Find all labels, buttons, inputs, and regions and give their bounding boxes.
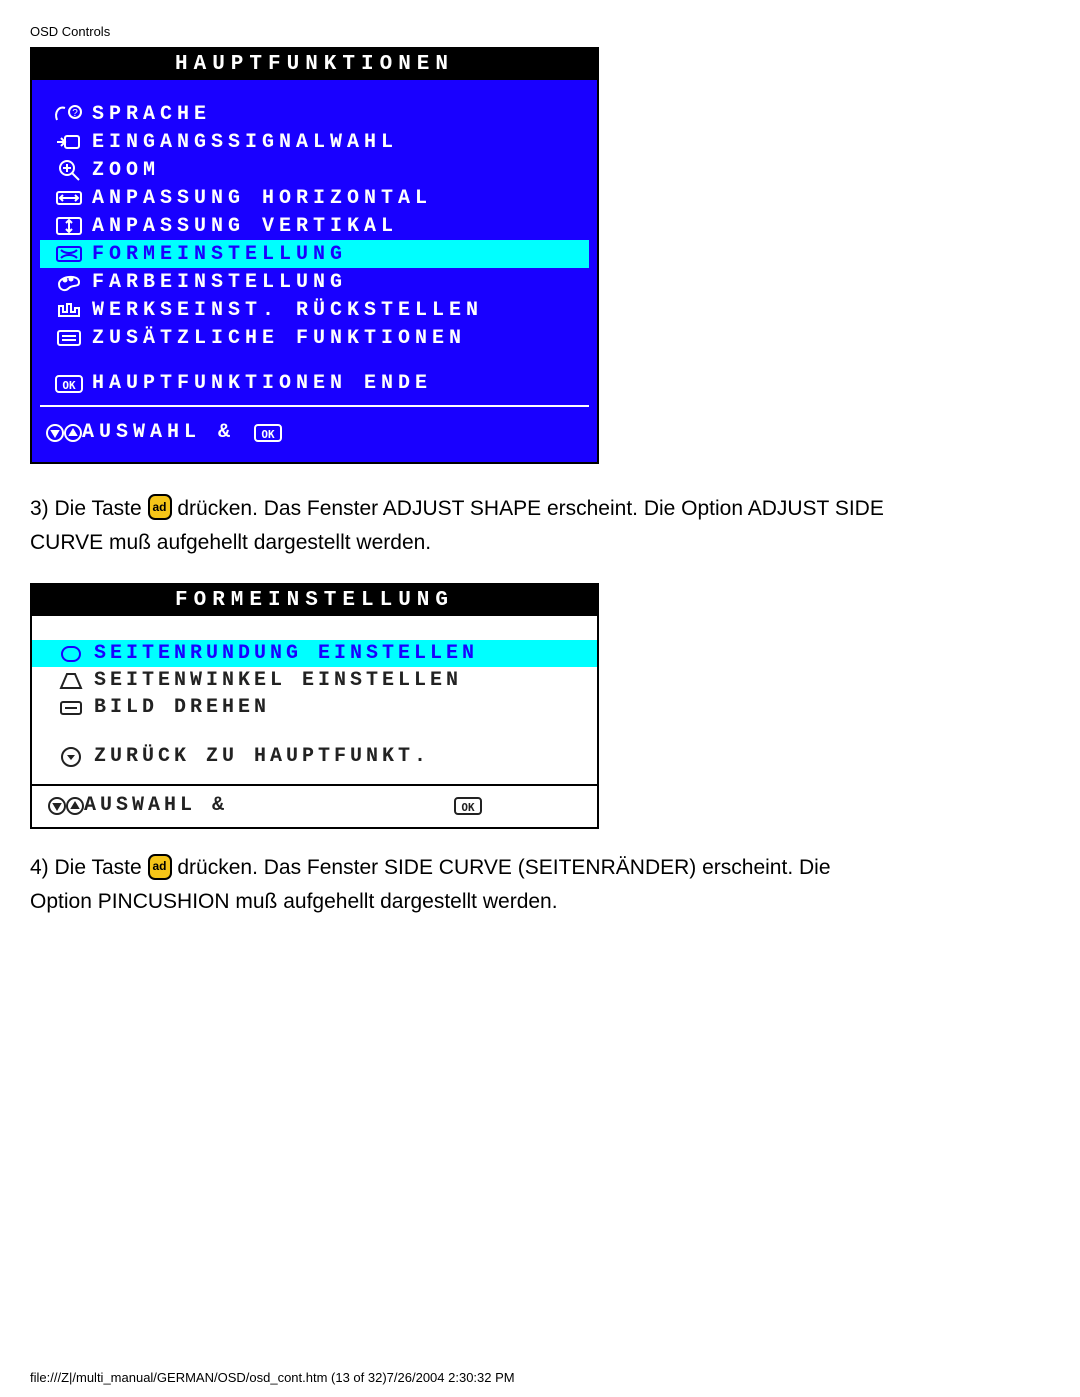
ok-icon: OK: [253, 423, 283, 443]
ok-button-inline: ad: [148, 494, 172, 520]
vertical-adjust-icon: [46, 214, 92, 238]
menu-label: ZUSÄTZLICHE FUNKTIONEN: [92, 327, 466, 350]
menu-label: ZURÜCK ZU HAUPTFUNKT.: [94, 745, 430, 768]
osd-item-rotate[interactable]: BILD DREHEN: [32, 694, 597, 721]
horizontal-adjust-icon: [46, 186, 92, 210]
zoom-icon: [46, 158, 92, 182]
menu-label: SPRACHE: [92, 103, 211, 126]
menu-label: ANPASSUNG VERTIKAL: [92, 215, 398, 238]
osd-main-title: HAUPTFUNKTIONEN: [32, 49, 597, 80]
menu-label: WERKSEINST. RÜCKSTELLEN: [92, 299, 483, 322]
menu-label: SEITENRUNDUNG EINSTELLEN: [94, 642, 478, 665]
osd-shape-title: FORMEINSTELLUNG: [32, 585, 597, 616]
shape-adjust-icon: [46, 242, 92, 266]
osd-item-shape[interactable]: FORMEINSTELLUNG: [40, 240, 589, 268]
instr-text: 3) Die Taste: [30, 497, 148, 520]
menu-label: FORMEINSTELLUNG: [92, 243, 347, 266]
osd-item-vert[interactable]: ANPASSUNG VERTIKAL: [40, 212, 589, 240]
osd-item-sidecurve[interactable]: SEITENRUNDUNG EINSTELLEN: [32, 640, 597, 667]
osd-divider: [40, 405, 589, 407]
osd-item-end[interactable]: OK HAUPTFUNKTIONEN ENDE: [40, 370, 589, 397]
language-icon: ?: [46, 102, 92, 126]
osd-item-extra[interactable]: ZUSÄTZLICHE FUNKTIONEN: [40, 324, 589, 352]
menu-label: EINGANGSSIGNALWAHL: [92, 131, 398, 154]
instruction-4: 4) Die Taste ad drücken. Das Fenster SID…: [30, 851, 890, 918]
svg-text:OK: OK: [461, 801, 475, 814]
osd-item-back[interactable]: ZURÜCK ZU HAUPTFUNKT.: [32, 743, 597, 770]
page-footer: file:///Z|/multi_manual/GERMAN/OSD/osd_c…: [30, 1370, 515, 1385]
rotate-icon: [48, 697, 94, 719]
menu-label: FARBEINSTELLUNG: [92, 271, 347, 294]
osd-shape-window: FORMEINSTELLUNG SEITENRUNDUNG EINSTELLEN…: [30, 583, 599, 829]
footer-label: AUSWAHL &: [84, 794, 228, 817]
menu-label: SEITENWINKEL EINSTELLEN: [94, 669, 462, 692]
osd-item-color[interactable]: FARBEINSTELLUNG: [40, 268, 589, 296]
instruction-3: 3) Die Taste ad drücken. Das Fenster ADJ…: [30, 492, 890, 559]
down-arrow-icon: [48, 746, 94, 768]
side-angle-icon: [48, 670, 94, 692]
page-header: OSD Controls: [30, 24, 1050, 39]
menu-label: HAUPTFUNKTIONEN ENDE: [92, 372, 432, 395]
color-palette-icon: [46, 270, 92, 294]
instr-text: 4) Die Taste: [30, 856, 148, 879]
side-curve-icon: [48, 643, 94, 665]
footer-label: AUSWAHL &: [82, 421, 235, 444]
osd-main-window: HAUPTFUNKTIONEN ? SPRACHE EINGANGSSIGNAL…: [30, 47, 599, 464]
svg-text:OK: OK: [62, 379, 76, 392]
extra-functions-icon: [46, 326, 92, 350]
osd-item-zoom[interactable]: ZOOM: [40, 156, 589, 184]
osd-item-reset[interactable]: WERKSEINST. RÜCKSTELLEN: [40, 296, 589, 324]
input-signal-icon: [46, 130, 92, 154]
ok-button-inline: ad: [148, 854, 172, 880]
menu-label: ZOOM: [92, 159, 160, 182]
svg-text:?: ?: [72, 108, 78, 119]
osd-item-input[interactable]: EINGANGSSIGNALWAHL: [40, 128, 589, 156]
svg-text:OK: OK: [261, 428, 275, 441]
menu-label: ANPASSUNG HORIZONTAL: [92, 187, 432, 210]
menu-label: BILD DREHEN: [94, 696, 270, 719]
factory-reset-icon: [46, 298, 92, 322]
ok-icon: OK: [453, 796, 483, 816]
osd-shape-footer: AUSWAHL & OK: [32, 786, 597, 827]
up-down-arrows-icon: [48, 796, 84, 816]
osd-item-sprache[interactable]: ? SPRACHE: [40, 100, 589, 128]
osd-item-horiz[interactable]: ANPASSUNG HORIZONTAL: [40, 184, 589, 212]
osd-footer: AUSWAHL & OK: [40, 415, 589, 454]
ok-icon: OK: [46, 374, 92, 394]
up-down-arrows-icon: [46, 423, 82, 443]
osd-item-sideangle[interactable]: SEITENWINKEL EINSTELLEN: [32, 667, 597, 694]
